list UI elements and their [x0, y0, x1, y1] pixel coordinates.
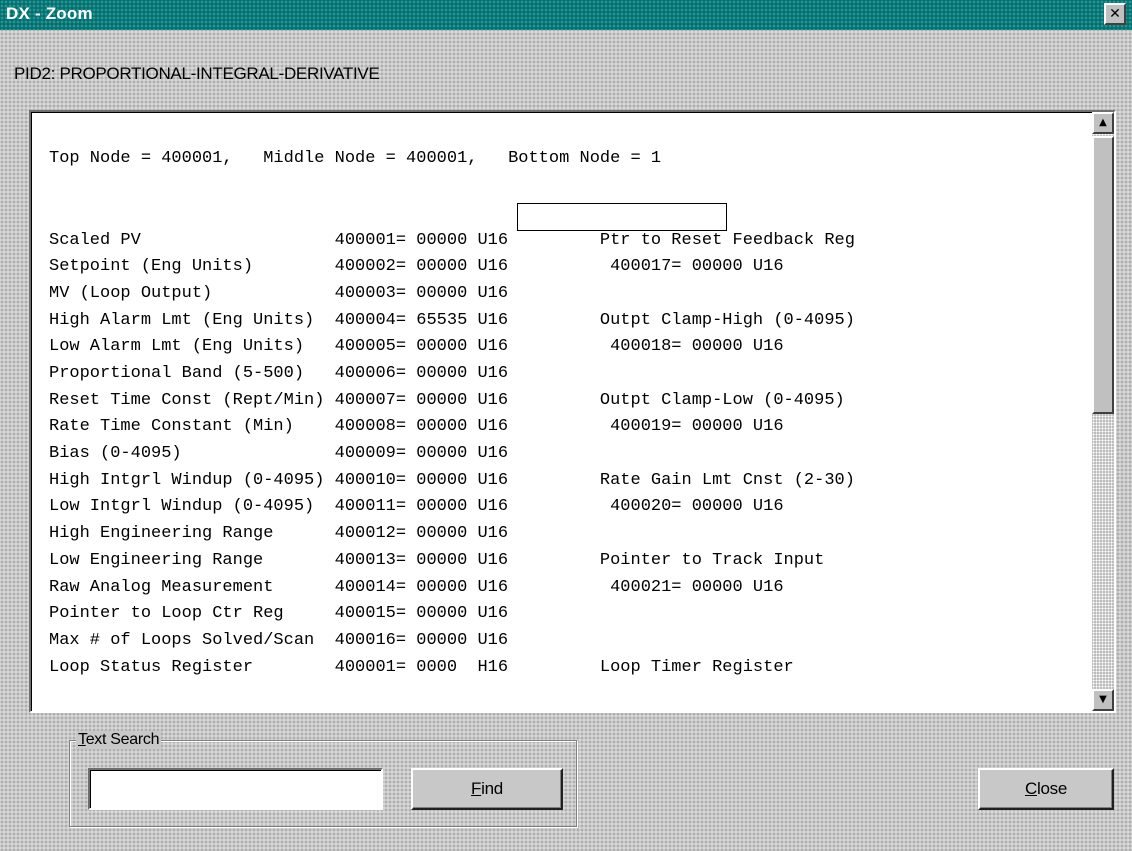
- register-text-area[interactable]: Loop Status Register 400001= 0000 H16 Lo…: [31, 112, 1088, 711]
- close-accel: C: [1025, 779, 1037, 798]
- title-bar[interactable]: DX - Zoom ✕: [0, 0, 1132, 30]
- register-line: Raw Analog Measurement 400014= 00000 U16…: [49, 578, 784, 597]
- close-label-rest: lose: [1036, 779, 1067, 798]
- close-button[interactable]: Close: [978, 768, 1114, 810]
- vertical-scrollbar[interactable]: ▲ ▼: [1092, 112, 1114, 711]
- register-line: Loop Status Register 400001= 0000 H16 Lo…: [49, 658, 794, 677]
- arrow-down-icon: ▼: [1099, 694, 1107, 705]
- search-input[interactable]: [88, 768, 383, 810]
- register-line: Bias (0-4095) 400009= 00000 U16: [49, 444, 509, 463]
- scroll-down-button[interactable]: ▼: [1092, 689, 1114, 711]
- text-search-label-rest: ext Search: [85, 731, 160, 748]
- register-line: Scaled PV 400001= 00000 U16 Ptr to Reset…: [49, 231, 855, 250]
- find-label-rest: ind: [481, 779, 503, 798]
- find-button[interactable]: Find: [411, 768, 563, 810]
- register-line: Proportional Band (5-500) 400006= 00000 …: [49, 364, 509, 383]
- register-line: Rate Time Constant (Min) 400008= 00000 U…: [49, 417, 784, 436]
- register-line: Pointer to Loop Ctr Reg 400015= 00000 U1…: [49, 604, 509, 623]
- register-line: Max # of Loops Solved/Scan 400016= 00000…: [49, 631, 509, 650]
- block-subtitle: PID2: PROPORTIONAL-INTEGRAL-DERIVATIVE: [14, 64, 380, 83]
- register-line: Setpoint (Eng Units) 400002= 00000 U16 4…: [49, 257, 784, 276]
- register-line: Reset Time Const (Rept/Min) 400007= 0000…: [49, 391, 845, 410]
- edit-cursor-box[interactable]: [517, 203, 727, 231]
- register-line: High Alarm Lmt (Eng Units) 400004= 65535…: [49, 311, 855, 330]
- scroll-up-button[interactable]: ▲: [1092, 112, 1114, 134]
- scrollbar-thumb[interactable]: [1092, 136, 1114, 414]
- close-icon: ✕: [1109, 6, 1121, 22]
- register-line: MV (Loop Output) 400003= 00000 U16: [49, 284, 509, 303]
- register-line: High Intgrl Windup (0-4095) 400010= 0000…: [49, 471, 855, 490]
- register-line: Low Alarm Lmt (Eng Units) 400005= 00000 …: [49, 337, 784, 356]
- find-accel: F: [471, 779, 482, 798]
- window-title: DX - Zoom: [6, 4, 93, 23]
- text-search-accel: T: [78, 731, 86, 748]
- arrow-up-icon: ▲: [1099, 117, 1107, 128]
- text-search-label: Text Search: [76, 731, 162, 749]
- register-line: Low Engineering Range 400013= 00000 U16 …: [49, 551, 825, 570]
- register-line: High Engineering Range 400012= 00000 U16: [49, 524, 509, 543]
- window-close-button[interactable]: ✕: [1104, 3, 1126, 25]
- register-line: Top Node = 400001, Middle Node = 400001,…: [49, 149, 662, 168]
- register-display[interactable]: Loop Status Register 400001= 0000 H16 Lo…: [29, 110, 1116, 713]
- register-line: Low Intgrl Windup (0-4095) 400011= 00000…: [49, 497, 784, 516]
